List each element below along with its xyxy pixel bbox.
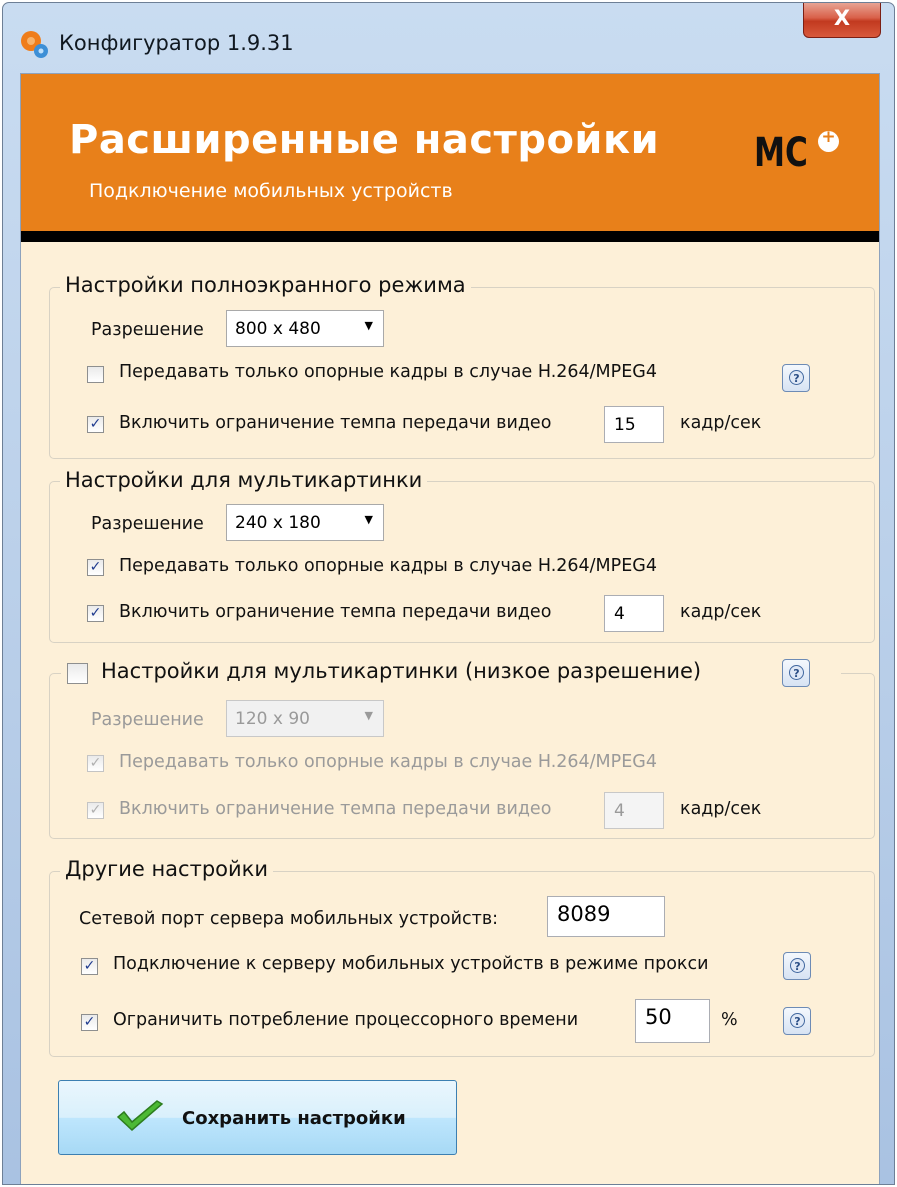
multi-rate-unit: кадр/сек: [680, 602, 762, 622]
multi-rate-label: Включить ограничение темпа передачи виде…: [119, 602, 552, 622]
proxy-checkbox[interactable]: ✓: [81, 958, 98, 975]
fullscreen-rate-input[interactable]: 15: [604, 406, 664, 443]
fullscreen-rate-unit: кадр/сек: [680, 413, 762, 433]
multi-low-keyframes-checkbox[interactable]: ✓: [87, 755, 104, 772]
multi-low-resolution-select[interactable]: 120 x 90 ▼: [226, 700, 384, 737]
question-icon: ?: [789, 370, 804, 385]
header-banner: Расширенные настройки Подключение мобиль…: [21, 74, 879, 231]
multi-low-resolution-value: 120 x 90: [235, 709, 310, 729]
chevron-down-icon: ▼: [364, 513, 373, 526]
save-settings-button[interactable]: Сохранить настройки: [58, 1080, 457, 1155]
chevron-down-icon: ▼: [364, 319, 373, 332]
chevron-down-icon: ▼: [364, 709, 373, 722]
window-title: Конфигуратор 1.9.31: [59, 31, 294, 55]
multi-resolution-label: Разрешение: [91, 514, 204, 534]
multi-low-enable-checkbox[interactable]: [67, 663, 88, 684]
multi-low-legend: Настройки для мультикартинки (низкое раз…: [61, 659, 841, 689]
port-input[interactable]: 8089: [547, 896, 665, 937]
multi-low-rate-unit: кадр/сек: [680, 799, 762, 819]
other-legend: Другие настройки: [60, 857, 273, 881]
cpu-unit: %: [721, 1010, 738, 1030]
fullscreen-rate-label: Включить ограничение темпа передачи виде…: [119, 413, 552, 433]
multi-low-resolution-label: Разрешение: [91, 710, 204, 730]
page-subtitle: Подключение мобильных устройств: [89, 180, 453, 202]
question-icon: ?: [790, 1013, 805, 1028]
multi-resolution-select[interactable]: 240 x 180 ▼: [226, 504, 384, 541]
mc-logo: MC: [754, 130, 808, 176]
close-button[interactable]: X: [803, 3, 881, 38]
cpu-input[interactable]: 50: [635, 999, 710, 1043]
save-settings-label: Сохранить настройки: [182, 1108, 406, 1129]
fullscreen-rate-checkbox[interactable]: ✓: [87, 416, 104, 433]
multi-low-help-button[interactable]: ?: [782, 659, 810, 687]
fullscreen-resolution-label: Разрешение: [91, 320, 204, 340]
cpu-label: Ограничить потребление процессорного вре…: [113, 1010, 579, 1030]
port-label: Сетевой порт сервера мобильных устройств…: [79, 909, 499, 929]
client-area: Расширенные настройки Подключение мобиль…: [20, 73, 880, 1184]
multi-keyframes-checkbox[interactable]: ✓: [87, 559, 104, 576]
multi-rate-input[interactable]: 4: [604, 595, 664, 632]
multi-rate-checkbox[interactable]: ✓: [87, 605, 104, 622]
fullscreen-help-button[interactable]: ?: [782, 364, 810, 392]
multi-low-legend-label: Настройки для мультикартинки (низкое раз…: [101, 659, 702, 683]
multi-low-rate-input[interactable]: 4: [604, 792, 664, 829]
multi-low-rate-label: Включить ограничение темпа передачи виде…: [119, 799, 552, 819]
fullscreen-resolution-value: 800 x 480: [235, 319, 321, 339]
question-icon: ?: [790, 958, 805, 973]
page-title: Расширенные настройки: [69, 117, 660, 163]
multi-low-rate-checkbox[interactable]: ✓: [87, 802, 104, 819]
cpu-help-button[interactable]: ?: [783, 1007, 811, 1035]
fullscreen-keyframes-checkbox[interactable]: [87, 366, 104, 383]
logo-plus-icon: [818, 127, 839, 152]
proxy-help-button[interactable]: ?: [783, 952, 811, 980]
header-divider: [21, 231, 879, 242]
fullscreen-keyframes-label: Передавать только опорные кадры в случае…: [119, 362, 657, 382]
multi-legend: Настройки для мультикартинки: [60, 468, 428, 492]
proxy-label: Подключение к серверу мобильных устройст…: [113, 954, 709, 974]
app-gear-icon: [21, 31, 48, 58]
multi-low-keyframes-label: Передавать только опорные кадры в случае…: [119, 752, 657, 772]
fullscreen-resolution-select[interactable]: 800 x 480 ▼: [226, 310, 384, 347]
multi-keyframes-label: Передавать только опорные кадры в случае…: [119, 556, 657, 576]
checkmark-icon: [116, 1100, 164, 1132]
multi-resolution-value: 240 x 180: [235, 513, 321, 533]
question-icon: ?: [789, 665, 804, 680]
configurator-window: Конфигуратор 1.9.31 X Расширенные настро…: [2, 2, 895, 1185]
fullscreen-legend: Настройки полноэкранного режима: [60, 273, 471, 297]
title-bar[interactable]: Конфигуратор 1.9.31 X: [3, 3, 894, 75]
cpu-checkbox[interactable]: ✓: [81, 1014, 98, 1031]
